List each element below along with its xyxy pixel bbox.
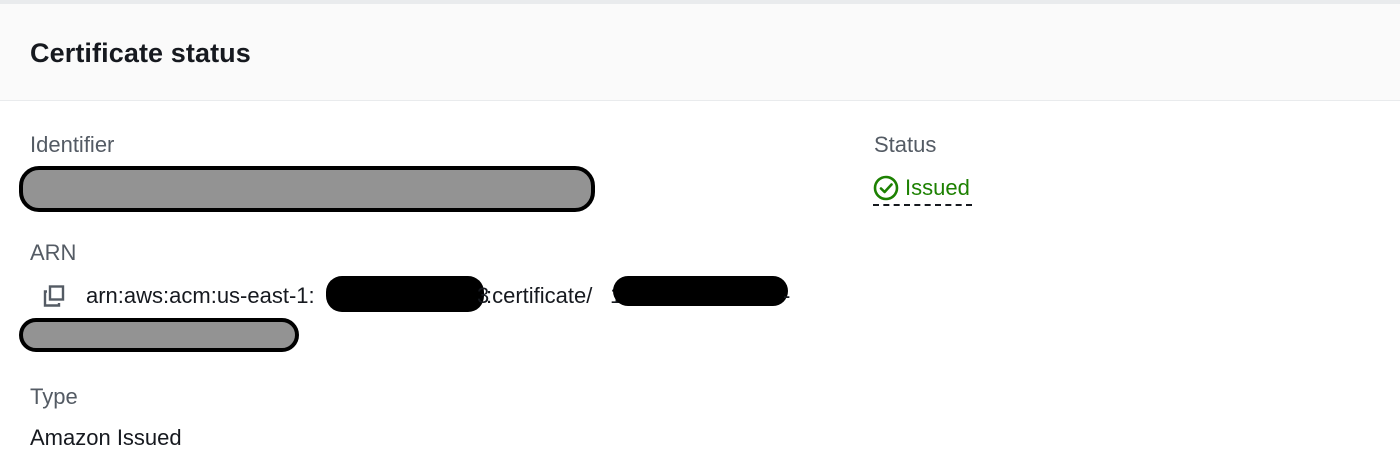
panel-title: Certificate status xyxy=(30,38,251,68)
status-value: Issued xyxy=(905,175,970,200)
arn-account-redaction xyxy=(326,276,484,312)
copy-icon[interactable] xyxy=(42,284,66,308)
certificate-status-panel: Certificate status Identifier Status Iss… xyxy=(0,0,1400,472)
arn-value-part1: arn:aws:acm:us-east-1: xyxy=(86,283,315,308)
identifier-label: Identifier xyxy=(30,132,115,157)
arn-continuation-redaction xyxy=(19,318,299,352)
status-indicator[interactable]: Issued xyxy=(873,172,972,206)
panel-header: Certificate status xyxy=(0,4,1400,101)
arn-label: ARN xyxy=(30,240,77,265)
check-circle-icon xyxy=(873,175,899,201)
type-value: Amazon Issued xyxy=(30,425,182,450)
arn-value-part3-tail: - xyxy=(783,283,791,308)
arn-certificate-id-redaction xyxy=(613,276,788,306)
arn-value-part2: :certificate/ xyxy=(486,283,593,308)
type-label: Type xyxy=(30,384,78,409)
identifier-redaction xyxy=(19,166,595,212)
status-label: Status xyxy=(874,132,937,157)
